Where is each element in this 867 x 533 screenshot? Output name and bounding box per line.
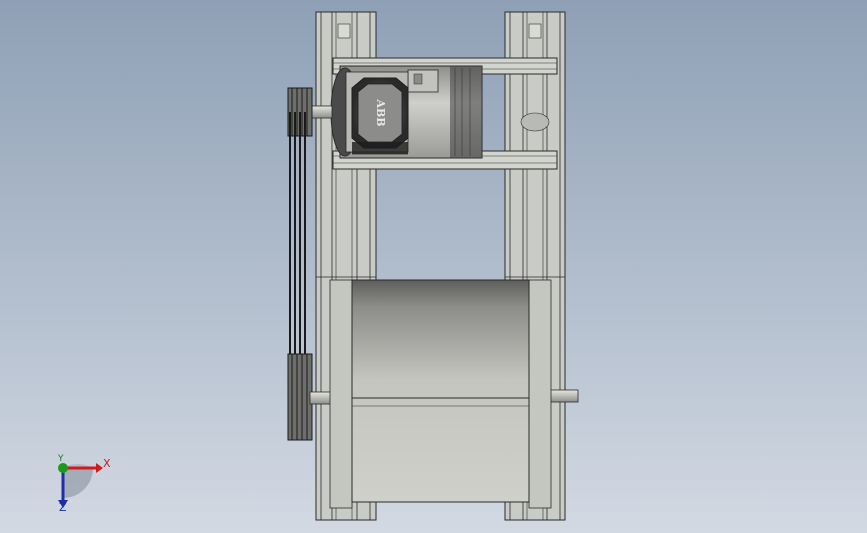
conveyor-drum[interactable] xyxy=(329,279,552,509)
driven-pulley[interactable] xyxy=(287,353,313,441)
cad-viewport[interactable]: ABB X Y Z xyxy=(0,0,867,533)
axis-z-label: Z xyxy=(59,501,67,514)
motor-brand-logo: ABB xyxy=(374,98,387,126)
electric-motor[interactable] xyxy=(330,65,483,159)
axis-x-label: X xyxy=(103,457,111,470)
conveyor-assembly-drawing: ABB xyxy=(58,11,579,521)
axis-y-label: Y xyxy=(58,454,64,464)
